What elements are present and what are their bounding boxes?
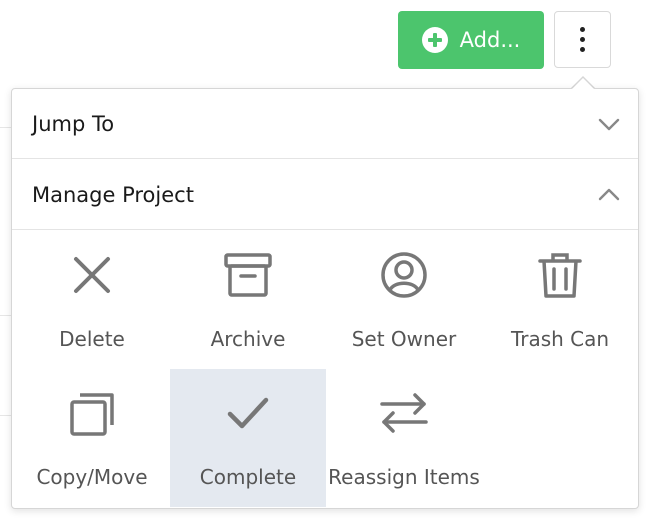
- swap-arrows-icon: [380, 393, 428, 433]
- archive-box-icon: [224, 253, 272, 297]
- ellipsis-dot: [580, 37, 585, 42]
- x-icon: [74, 257, 110, 293]
- project-menu-popover: Jump To Manage Project Delete Archive Se…: [11, 88, 639, 509]
- copy-icon: [70, 393, 114, 436]
- user-circle-icon: [381, 252, 427, 298]
- checkmark-icon: [227, 397, 269, 429]
- ellipsis-dot: [580, 47, 585, 52]
- copy-move-label: Copy/Move: [36, 465, 148, 489]
- trash-can-label: Trash Can: [510, 327, 610, 351]
- archive-label: Archive: [210, 327, 286, 351]
- reassign-items-action[interactable]: Reassign Items: [326, 369, 482, 507]
- jump-to-section-header[interactable]: Jump To: [12, 89, 638, 159]
- jump-to-label: Jump To: [32, 111, 115, 136]
- chevron-up-icon: [598, 188, 620, 200]
- set-owner-action[interactable]: Set Owner: [326, 231, 482, 369]
- plus-circle-icon: [421, 27, 448, 53]
- chevron-down-icon: [598, 118, 620, 130]
- complete-action[interactable]: Complete: [170, 369, 326, 507]
- copy-move-action[interactable]: Copy/Move: [14, 369, 170, 507]
- more-options-button[interactable]: [554, 11, 611, 68]
- vertical-ellipsis-icon: [580, 27, 585, 32]
- trash-can-icon: [538, 253, 582, 298]
- manage-project-label: Manage Project: [32, 182, 194, 207]
- delete-label: Delete: [59, 327, 125, 351]
- delete-action[interactable]: Delete: [14, 231, 170, 369]
- add-button-label: Add...: [459, 28, 521, 52]
- manage-project-section-header[interactable]: Manage Project: [12, 160, 638, 230]
- add-button[interactable]: Add...: [398, 11, 544, 69]
- set-owner-label: Set Owner: [351, 327, 457, 351]
- popover-caret-fill: [571, 78, 595, 90]
- complete-label: Complete: [199, 465, 297, 489]
- archive-action[interactable]: Archive: [170, 231, 326, 369]
- reassign-items-label: Reassign Items: [328, 465, 480, 489]
- trash-can-action[interactable]: Trash Can: [482, 231, 638, 369]
